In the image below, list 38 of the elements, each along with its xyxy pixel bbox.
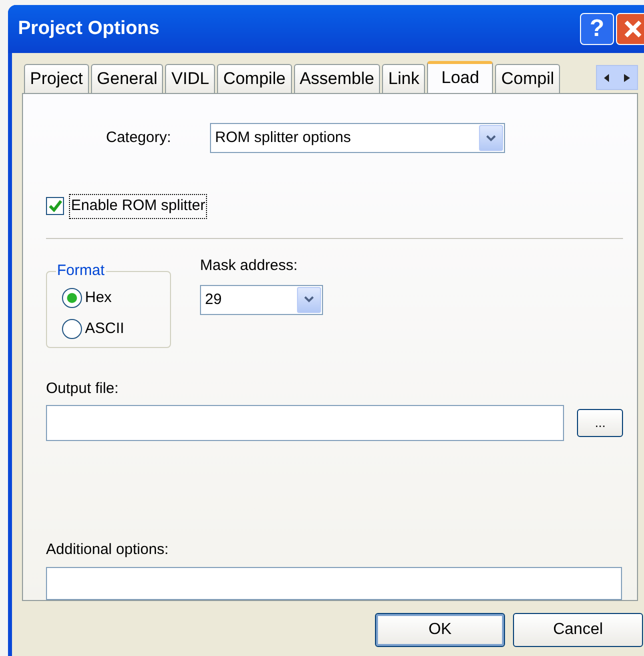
help-button[interactable]: ? xyxy=(580,13,614,45)
checkbox-label[interactable]: Enable ROM splitter xyxy=(69,194,208,218)
close-button[interactable] xyxy=(616,13,644,45)
additional-options-field[interactable] xyxy=(46,567,622,600)
dialog-button[interactable]: OK xyxy=(375,613,505,647)
dropdown-button[interactable] xyxy=(297,286,321,313)
tab[interactable]: Load xyxy=(427,61,494,93)
tab-scroll-buttons[interactable] xyxy=(596,65,638,90)
left-arrow-icon[interactable] xyxy=(604,74,610,82)
output-file-label: Output file: xyxy=(46,379,120,400)
tab[interactable]: Assemble xyxy=(294,64,380,93)
close-icon xyxy=(623,19,643,39)
radio-label[interactable]: ASCII xyxy=(85,318,124,341)
output-file-field[interactable] xyxy=(46,404,564,441)
browse-button[interactable]: ... xyxy=(577,408,623,437)
tab[interactable]: Link xyxy=(382,64,426,93)
radio-button[interactable] xyxy=(62,319,82,340)
checkmark-icon xyxy=(48,200,62,212)
additional-options-label: Additional options: xyxy=(46,540,170,560)
mask-address-label: Mask address: xyxy=(200,256,299,276)
tab[interactable]: Compile xyxy=(217,64,292,93)
dialog-button[interactable]: Cancel xyxy=(513,613,643,647)
format-legend: Format xyxy=(56,260,106,283)
category-label: Category: xyxy=(106,128,172,148)
checkbox[interactable] xyxy=(46,197,64,216)
chevron-down-icon xyxy=(304,296,314,304)
category-dropdown[interactable]: ROM splitter options xyxy=(210,123,505,153)
chevron-down-icon xyxy=(486,134,496,142)
tab[interactable]: General xyxy=(90,64,164,93)
dropdown-button[interactable] xyxy=(479,125,503,151)
right-arrow-icon[interactable] xyxy=(624,74,630,82)
radio-label[interactable]: Hex xyxy=(85,287,112,310)
tab[interactable]: Project xyxy=(24,64,89,93)
tab[interactable]: Compil xyxy=(495,64,560,93)
mask-address-dropdown[interactable]: 29 xyxy=(200,284,323,315)
radio-button[interactable] xyxy=(62,288,82,308)
window-title: Project Options xyxy=(18,16,160,41)
tab[interactable]: VIDL xyxy=(165,64,216,93)
